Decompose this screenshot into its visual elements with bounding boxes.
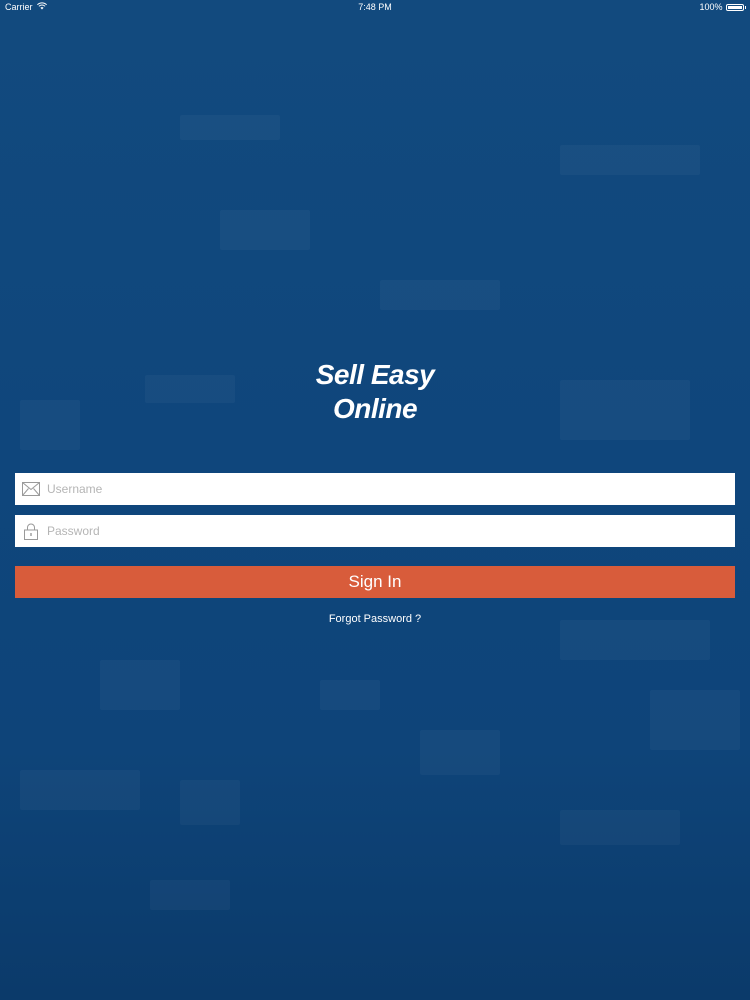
battery-icon [725,3,744,11]
background-texture [180,115,280,140]
password-field[interactable] [15,515,735,547]
app-logo: Sell Easy Online [0,358,750,426]
status-bar: Carrier 7:48 PM 100% [0,0,750,16]
lock-icon [15,515,47,547]
background-texture [20,770,140,810]
background-texture [650,690,740,750]
background-texture [560,810,680,845]
background-texture [320,680,380,710]
background-texture [420,730,500,775]
background-texture [220,210,310,250]
background-texture [380,280,500,310]
battery-tip [744,5,746,9]
background-texture [560,145,700,175]
status-time: 7:48 PM [358,2,392,12]
sign-in-button[interactable]: Sign In [15,566,735,598]
background-texture [180,780,240,825]
username-field[interactable] [15,473,735,505]
status-right: 100% [699,2,746,12]
envelope-icon [15,473,47,505]
background-texture [100,660,180,710]
forgot-password-link[interactable]: Forgot Password ? [0,613,750,625]
username-input[interactable] [47,474,727,504]
background-texture [150,880,230,910]
background-texture [560,620,710,660]
logo-line-2: Online [332,393,418,424]
logo-line-1: Sell Easy [315,359,435,390]
password-input[interactable] [47,516,727,546]
battery-percent: 100% [699,2,723,12]
